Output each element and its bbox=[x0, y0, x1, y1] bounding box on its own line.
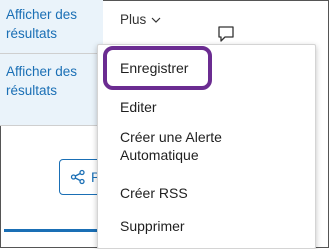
chevron-down-icon bbox=[151, 17, 161, 23]
show-results-link-2[interactable]: Afficher des résultats bbox=[6, 62, 101, 100]
more-menu: Enregistrer Editer Créer une Alerte Auto… bbox=[97, 44, 316, 249]
share-icon bbox=[70, 169, 85, 185]
comment-icon[interactable] bbox=[217, 25, 235, 43]
menu-item-edit[interactable]: Editer bbox=[98, 98, 315, 116]
menu-item-save[interactable]: Enregistrer bbox=[98, 59, 315, 77]
divider bbox=[0, 53, 103, 54]
show-results-link[interactable]: Afficher des résultats bbox=[6, 5, 101, 43]
more-button[interactable]: Plus bbox=[120, 12, 161, 27]
active-tab-indicator bbox=[4, 229, 100, 232]
menu-item-delete[interactable]: Supprimer bbox=[98, 217, 315, 235]
menu-item-create-rss[interactable]: Créer RSS bbox=[98, 184, 315, 202]
divider bbox=[0, 125, 103, 126]
menu-item-create-alert[interactable]: Créer une Alerte Automatique bbox=[98, 128, 270, 164]
results-column: Afficher des résultats Afficher des résu… bbox=[0, 0, 103, 125]
more-label: Plus bbox=[120, 12, 147, 27]
